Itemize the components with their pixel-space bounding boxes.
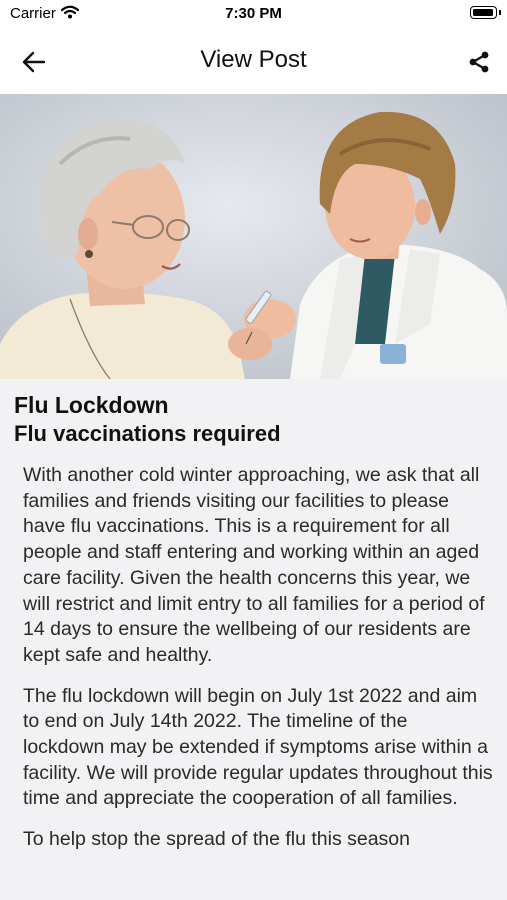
body-paragraph: To help stop the spread of the flu this … [23,828,411,851]
post-subtitle: Flu vaccinations required [14,421,281,446]
battery-icon [470,6,497,19]
clock: 7:30 PM [225,5,282,22]
nav-bar: View Post [0,30,507,94]
post-hero-image [0,94,507,379]
page-title: View Post [200,46,307,73]
battery-cap [498,10,501,15]
post-content: Flu Lockdown Flu vaccinations required W… [0,379,507,900]
share-icon [469,51,489,73]
post-title: Flu Lockdown [14,392,169,418]
body-paragraph: With another cold winter approaching, we… [23,464,485,666]
post-body: With another cold winter approaching, we… [23,463,493,868]
share-button[interactable] [461,44,497,80]
status-bar: Carrier 7:30 PM [0,0,507,30]
body-paragraph: The flu lockdown will begin on July 1st … [23,684,493,810]
